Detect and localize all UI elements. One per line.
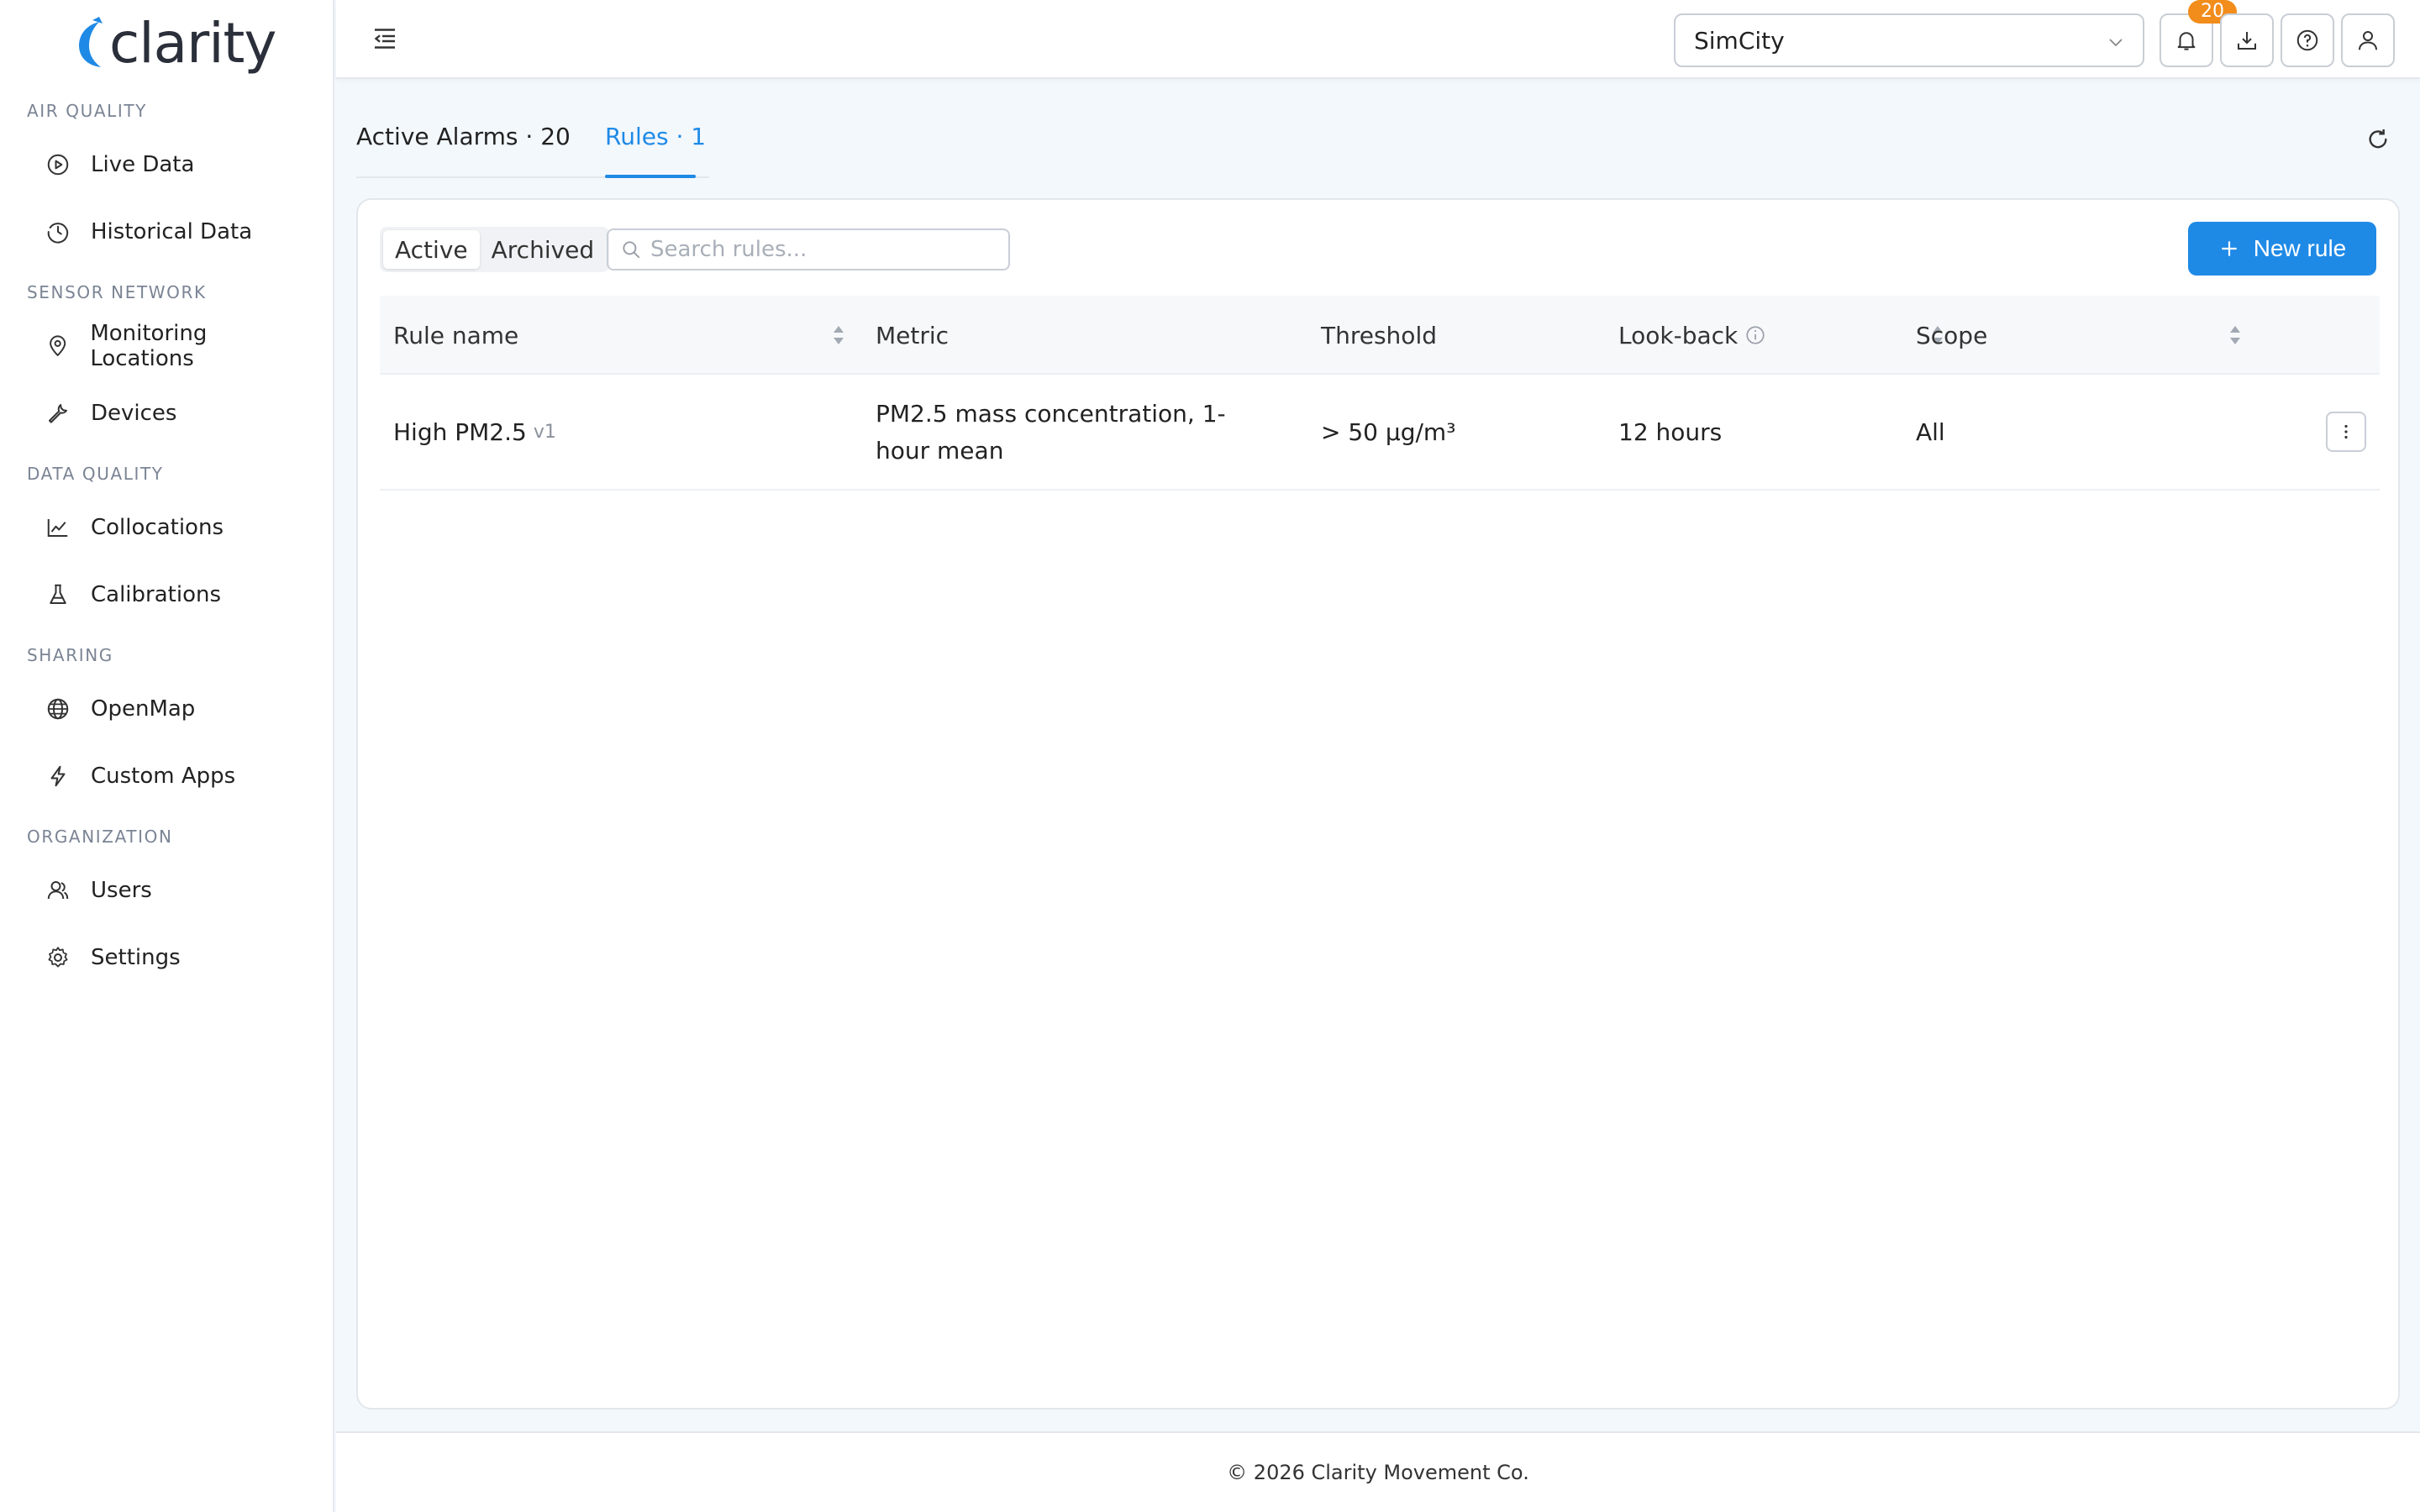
bell-icon (2177, 32, 2196, 50)
chevron-down-icon (2109, 39, 2123, 47)
rules-filter-toggle: Active Archived (380, 227, 610, 272)
search-icon (623, 241, 640, 259)
column-lookback: Look-back (1618, 296, 1766, 375)
sidebar-item-label: Monitoring Locations (90, 321, 208, 371)
copyright-text: © 2026 Clarity Movement Co. (1227, 1461, 1529, 1484)
new-rule-label: New rule (2253, 235, 2347, 261)
users-icon (47, 881, 69, 900)
organization-select[interactable]: SimCity (1674, 13, 2144, 67)
location-pin-icon (50, 335, 66, 356)
column-metric: Metric (876, 321, 950, 349)
tab-rules[interactable]: Rules · 1 (605, 123, 706, 150)
sidebar-item-live-data[interactable]: Live Data (27, 138, 313, 192)
section-sharing: SHARING (27, 645, 113, 665)
sidebar-item-label: Live Data (91, 152, 195, 177)
sort-lookback-icon[interactable] (2227, 323, 2244, 348)
topbar: SimCity 20 (336, 0, 2420, 79)
menu-collapse-icon[interactable] (370, 24, 400, 54)
section-sensor-network: SENSOR NETWORK (27, 282, 207, 302)
sidebar-item-historical-data[interactable]: Historical Data (27, 205, 313, 259)
tab-active-indicator (605, 175, 696, 178)
row-actions-button[interactable] (2326, 412, 2366, 452)
sidebar-item-label: Users (91, 878, 152, 903)
column-lookback-label: Look-back (1618, 321, 1739, 349)
line-chart-icon (47, 519, 68, 537)
rules-search (607, 228, 1010, 270)
help-icon (2296, 29, 2318, 51)
search-input[interactable] (650, 237, 1003, 262)
rule-name-cell: High PM2.5 v1 (393, 375, 556, 491)
globe-icon (47, 698, 69, 720)
new-rule-button[interactable]: New rule (2188, 222, 2376, 276)
sidebar: clarity AIR QUALITY Live Data Historical… (0, 0, 334, 1512)
download-icon (2238, 32, 2256, 50)
sidebar-item-calibrations[interactable]: Calibrations (27, 568, 313, 622)
flask-icon (50, 584, 66, 604)
sidebar-item-label: Custom Apps (91, 764, 236, 789)
rule-metric: PM2.5 mass concentration, 1-hour mean (876, 400, 1226, 465)
sidebar-item-label: Devices (91, 401, 177, 426)
sidebar-item-users[interactable]: Users (27, 864, 313, 917)
column-threshold: Threshold (1321, 321, 1437, 349)
sidebar-item-label: OpenMap (91, 696, 196, 722)
rule-name: High PM2.5 (393, 418, 527, 446)
sidebar-item-label: Historical Data (91, 219, 253, 244)
rules-card: Active Archived New rule Rule name Metri… (356, 198, 2400, 1410)
section-organization: ORGANIZATION (27, 827, 173, 847)
help-button[interactable] (2281, 13, 2334, 67)
rule-scope: All (1916, 418, 1945, 446)
user-icon (2359, 31, 2377, 50)
section-air-quality: AIR QUALITY (27, 101, 147, 121)
tab-active-alarms[interactable]: Active Alarms · 20 (356, 123, 571, 150)
filter-archived-button[interactable]: Archived (480, 230, 607, 269)
sidebar-item-openmap[interactable]: OpenMap (27, 682, 313, 736)
lightning-icon (50, 765, 66, 787)
filter-active-button[interactable]: Active (383, 230, 480, 269)
sort-rule-name-icon[interactable] (830, 323, 847, 348)
column-rule-name: Rule name (393, 321, 519, 349)
section-data-quality: DATA QUALITY (27, 464, 164, 484)
wrench-icon (49, 404, 67, 423)
refresh-icon[interactable] (2365, 126, 2391, 153)
sidebar-item-devices[interactable]: Devices (27, 386, 313, 440)
sidebar-item-label: Settings (91, 945, 181, 970)
sidebar-item-label: Collocations (91, 515, 224, 540)
info-icon[interactable] (1744, 324, 1766, 346)
gear-icon (48, 947, 68, 968)
rule-lookback: 12 hours (1618, 418, 1723, 446)
column-scope: Scope (1916, 321, 1988, 349)
rule-version: v1 (533, 422, 556, 443)
footer: © 2026 Clarity Movement Co. (336, 1431, 2420, 1512)
play-circle-icon (47, 154, 69, 176)
sidebar-item-label: Calibrations (91, 582, 222, 607)
user-menu-button[interactable] (2341, 13, 2395, 67)
clarity-logo-icon (79, 17, 103, 67)
sidebar-item-collocations[interactable]: Collocations (27, 501, 313, 554)
plus-icon (2222, 241, 2237, 256)
sidebar-item-monitoring-locations[interactable]: Monitoring Locations (27, 319, 313, 373)
rule-threshold: > 50 µg/m³ (1321, 418, 1456, 446)
rules-table-header: Rule name Metric Threshold Look-back Sco… (380, 296, 2380, 375)
download-button[interactable] (2220, 13, 2274, 67)
sidebar-item-settings[interactable]: Settings (27, 931, 313, 984)
more-vertical-icon (2344, 424, 2348, 439)
clock-icon (47, 223, 69, 244)
organization-select-value: SimCity (1694, 26, 1785, 55)
sidebar-item-custom-apps[interactable]: Custom Apps (27, 749, 313, 803)
brand-name: clarity (109, 11, 276, 76)
table-row[interactable]: High PM2.5 v1 PM2.5 mass concentration, … (380, 375, 2380, 491)
clarity-logo[interactable]: clarity (74, 12, 276, 76)
